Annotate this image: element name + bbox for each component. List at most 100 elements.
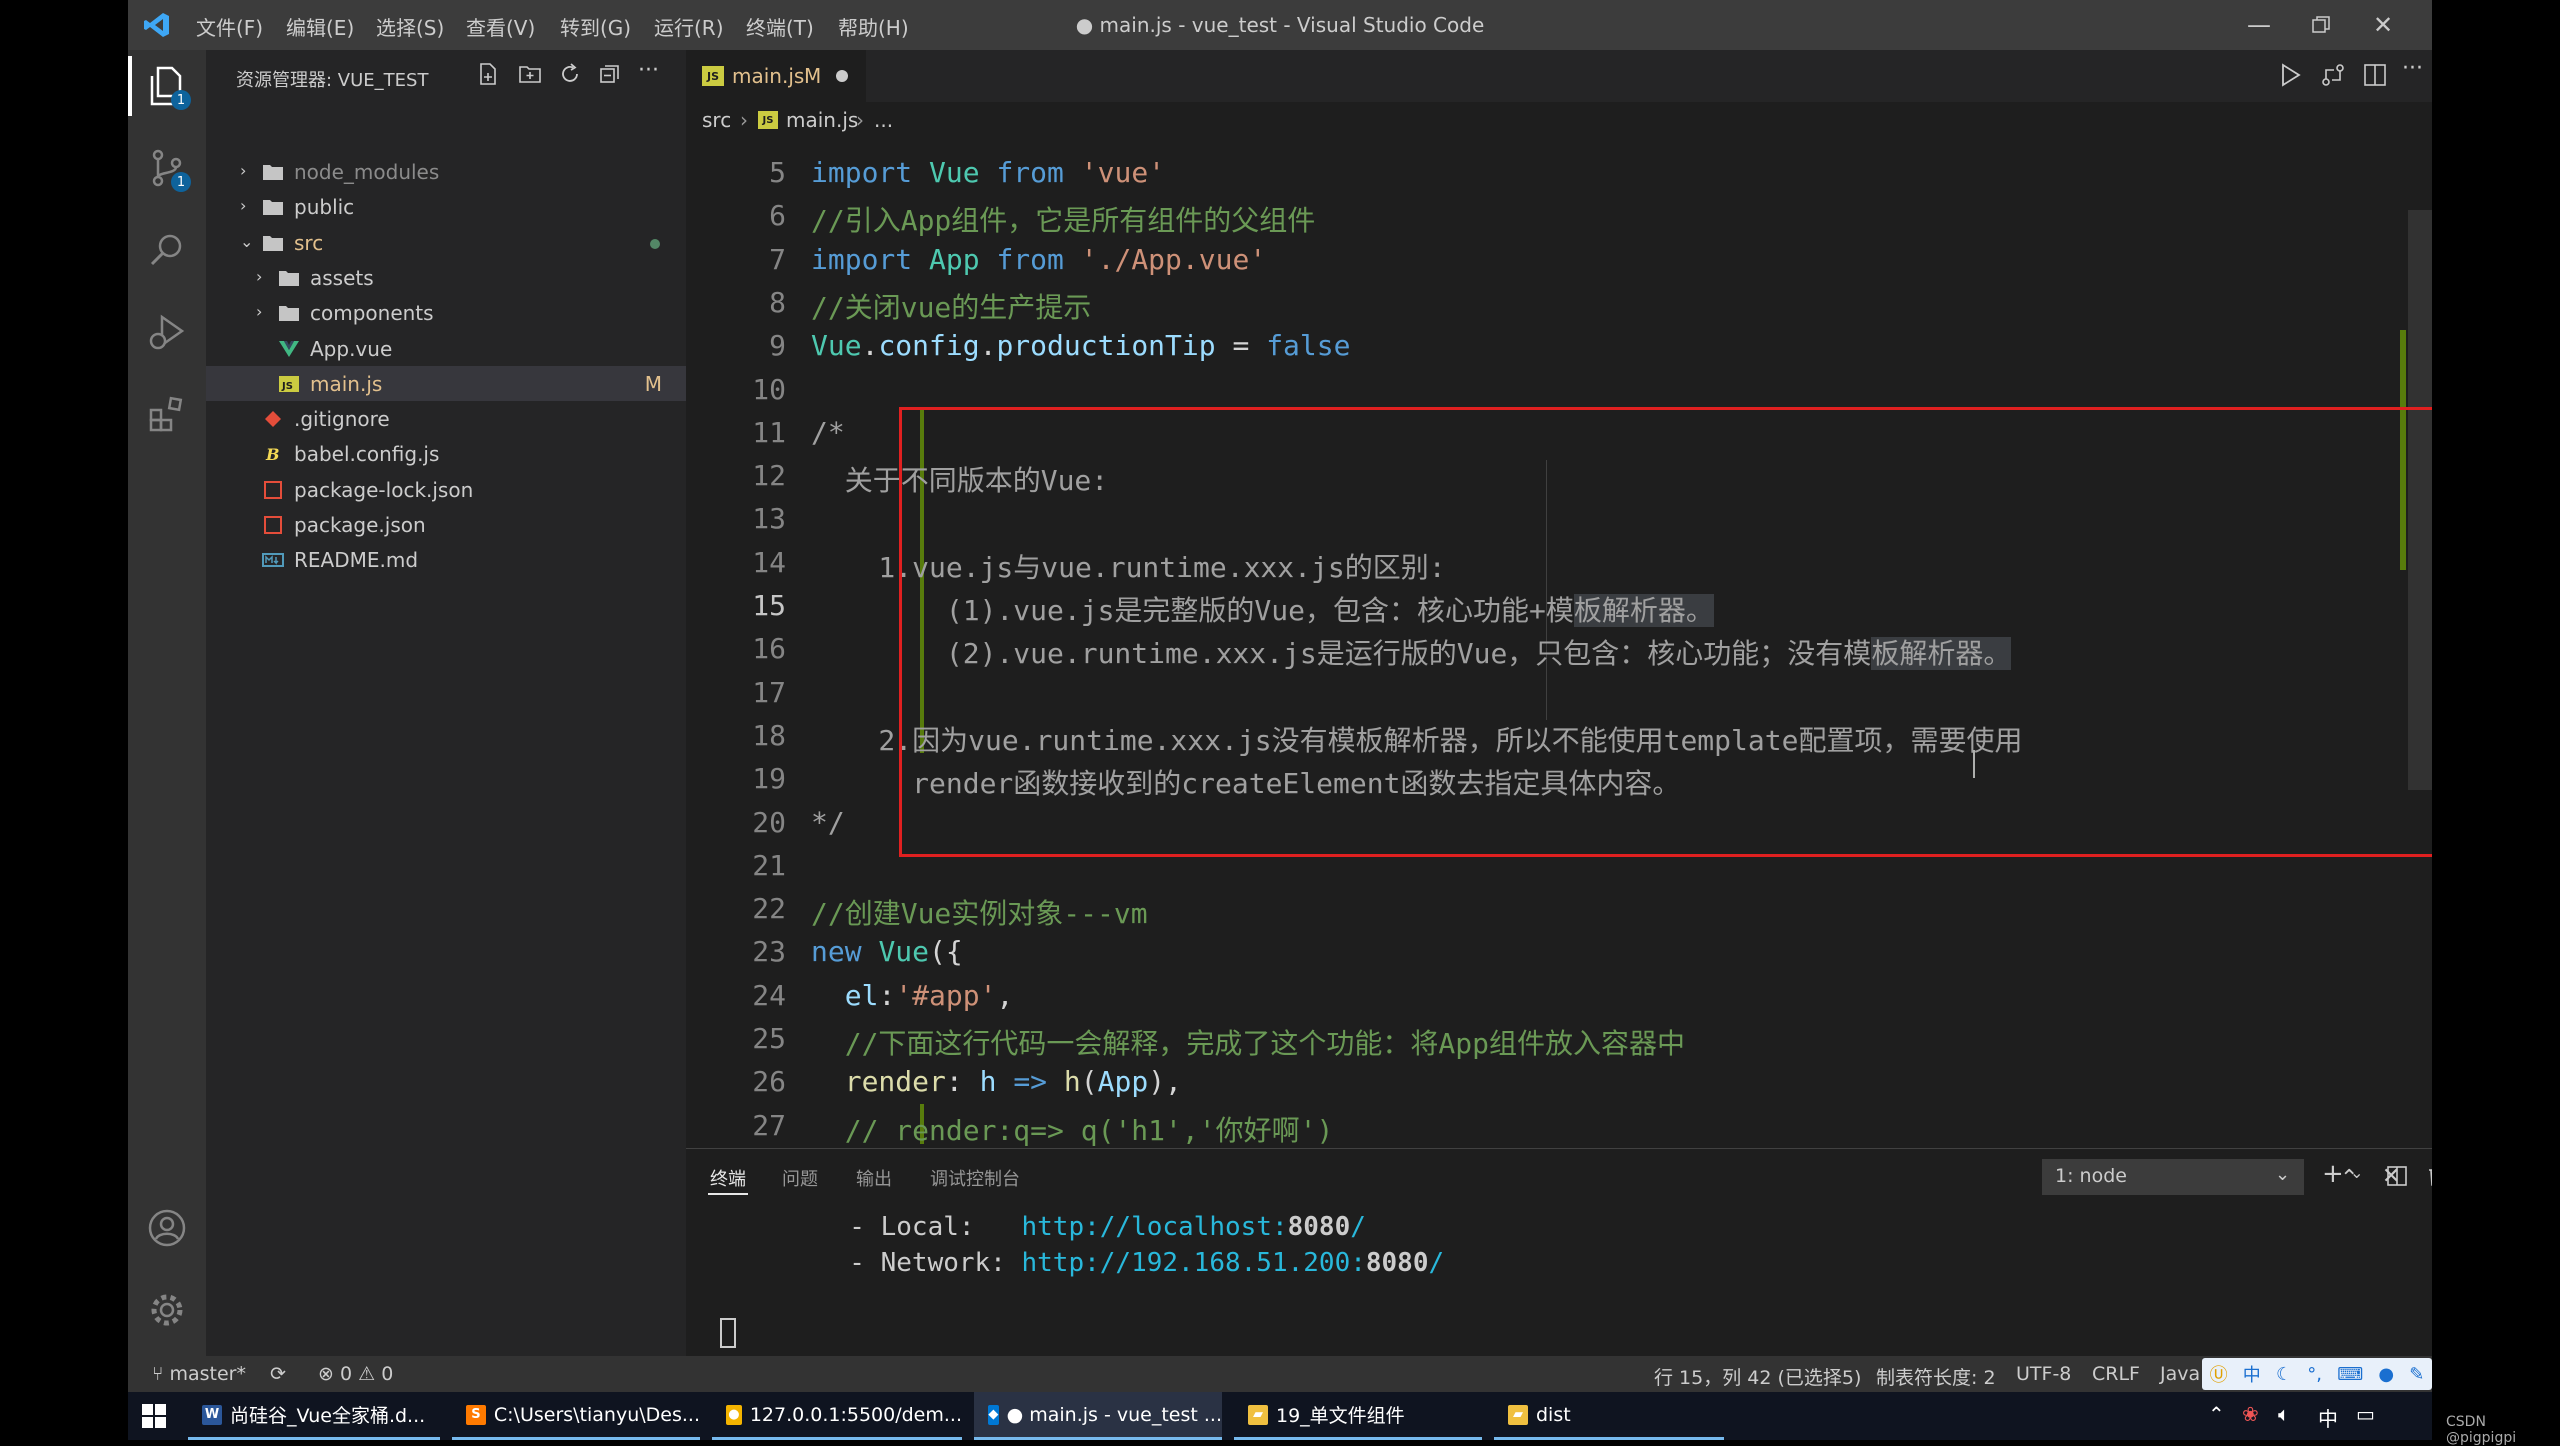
line-number: 11 [752,415,786,449]
notification-icon[interactable]: ▭ [2356,1402,2375,1426]
restore-button[interactable] [2306,10,2336,40]
problems-item[interactable]: ⊗ 0 ⚠ 0 [318,1363,393,1385]
extensions-icon[interactable] [145,392,189,436]
collapse-all-icon[interactable] [598,62,624,88]
branch-item[interactable]: ⑂ master* [152,1363,246,1385]
account-icon[interactable] [145,1206,189,1250]
tree-file[interactable]: Bbabel.config.js [206,436,686,471]
code-line[interactable]: render函数接收到的createElement函数去指定具体内容。 [811,762,1680,802]
url-tail: / [1428,1248,1445,1278]
tree-folder[interactable]: › node_modules [206,154,686,189]
tab-debug-console[interactable]: 调试控制台 [930,1165,1020,1191]
ime-toolbar[interactable]: Ⓤ 中 ☾ °, ⌨ ● ✎ [2202,1358,2432,1390]
code-line[interactable]: //下面这行代码一会解释，完成了这个功能：将App组件放入容器中 [811,1022,1685,1062]
punctuation-icon: °, [2307,1363,2323,1385]
code-line[interactable]: 关于不同版本的Vue: [811,459,1108,499]
code-line[interactable]: (2).vue.runtime.xxx.js是运行版的Vue，只包含：核心功能；… [811,632,2012,672]
minimize-button[interactable]: — [2244,10,2274,40]
tree-file[interactable]: package.json [206,507,686,542]
new-file-icon[interactable] [476,62,502,88]
code-line[interactable]: (1).vue.js是完整版的Vue，包含：核心功能+模板解析器。 [811,589,1714,629]
code-line[interactable]: new Vue({ [811,935,963,968]
sync-icon[interactable]: ⟳ [270,1363,286,1385]
search-icon[interactable] [145,228,189,272]
tree-file[interactable]: README.md [206,542,686,577]
code-line[interactable]: 1.vue.js与vue.runtime.xxx.js的区别: [811,546,1445,586]
tab-size[interactable]: 制表符长度: 2 [1876,1363,1996,1390]
refresh-icon[interactable] [558,62,584,88]
tree-folder[interactable]: › components [206,295,686,330]
terminal-url-link[interactable]: http://192.168.51.200:8080/ [1022,1248,1445,1278]
chevron-right-icon[interactable]: › [256,267,272,287]
editor-more-icon[interactable]: ··· [2402,56,2423,81]
tab-terminal[interactable]: 终端 [710,1165,746,1191]
open-changes-icon[interactable] [2320,62,2346,92]
explorer-icon[interactable]: 1 [145,64,191,110]
windows-start-icon[interactable] [142,1404,166,1432]
code-line[interactable]: //关闭vue的生产提示 [811,286,1091,326]
encoding[interactable]: UTF-8 [2016,1363,2071,1385]
settings-gear-icon[interactable] [145,1288,189,1332]
tray-up-icon[interactable]: ⌃ [2208,1402,2225,1426]
line-number: 21 [752,848,786,882]
line-ending[interactable]: CRLF [2092,1363,2140,1385]
language-mode[interactable]: Java [2160,1363,2200,1385]
chevron-right-icon[interactable]: › [240,161,256,181]
tray-app-icon[interactable]: ❀ [2242,1402,2259,1426]
breadcrumb-folder[interactable]: src [702,108,731,132]
taskbar-app[interactable]: ▰ 19_单文件组件 [1234,1392,1482,1440]
code-line[interactable]: 2.因为vue.runtime.xxx.js没有模板解析器，所以不能使用temp… [811,719,2022,759]
source-control-icon[interactable]: 1 [145,146,191,192]
chevron-right-icon: › [856,108,864,132]
trash-icon[interactable] [2426,1165,2432,1191]
taskbar-app[interactable]: ● 127.0.0.1:5500/dem... [712,1392,962,1440]
ime-indicator[interactable]: 中 [2318,1403,2338,1432]
run-icon[interactable] [2278,62,2302,92]
tab-main-js[interactable]: JS main.js M [686,50,866,102]
new-folder-icon[interactable] [518,62,544,88]
terminal-select[interactable]: 1: node ⌄ [2042,1159,2304,1195]
code-line[interactable]: Vue.config.productionTip = false [811,329,1350,362]
code-line[interactable]: render: h => h(App), [811,1065,1182,1098]
tab-output[interactable]: 输出 [856,1165,892,1191]
taskbar-app[interactable]: ▰ dist [1494,1392,1724,1440]
chevron-right-icon[interactable]: › [240,196,256,216]
code-line[interactable]: el:'#app', [811,979,1014,1012]
split-editor-icon[interactable] [2362,62,2388,92]
tree-folder[interactable]: › assets [206,260,686,295]
line-number: 19 [752,762,786,796]
run-debug-icon[interactable] [145,310,189,354]
tree-file[interactable]: JS main.js M [206,365,686,401]
tree-folder[interactable]: › public [206,189,686,224]
more-actions-icon[interactable]: ··· [638,58,664,84]
taskbar-app[interactable]: W 尚硅谷_Vue全家桶.d... [188,1392,440,1440]
chevron-right-icon[interactable]: › [256,302,272,322]
tree-file[interactable]: .gitignore [206,401,686,436]
code-line[interactable]: */ [811,806,845,839]
terminal-url-link[interactable]: http://localhost:8080/ [1022,1212,1366,1242]
code-line[interactable]: // render:q=> q('h1','你好啊') [811,1109,1334,1149]
code-line[interactable]: //创建Vue实例对象---vm [811,892,1148,932]
taskbar-app[interactable]: ◆ ● main.js - vue_test ... [974,1392,1222,1440]
code-line[interactable]: import App from './App.vue' [811,243,1266,276]
close-window-button[interactable]: ✕ [2368,10,2398,40]
close-panel-icon[interactable]: ✕ [2382,1164,2400,1189]
breadcrumb-file[interactable]: main.js [786,108,858,132]
tree-file[interactable]: App.vue [206,331,686,366]
taskbar-app[interactable]: S C:\Users\tianyu\Des... [452,1392,700,1440]
cursor-position[interactable]: 行 15，列 42 (已选择5) [1654,1363,1861,1390]
tab-problems[interactable]: 问题 [782,1165,818,1191]
tree-folder[interactable]: ⌄ src [206,225,686,260]
unsaved-dot-icon[interactable] [836,70,848,82]
tree-file[interactable]: package-lock.json [206,472,686,507]
code-line[interactable]: /* [811,416,845,449]
chevron-down-icon[interactable]: ⌄ [240,232,256,252]
breadcrumb-symbol[interactable]: ... [874,108,893,132]
code-line[interactable]: import Vue from 'vue' [811,156,1165,189]
url-tail: / [1350,1212,1366,1242]
code-editor[interactable]: 5 import Vue from 'vue' 6 //引入App组件，它是所有组件的… [686,140,2432,1148]
scrollbar-thumb[interactable] [2408,210,2432,790]
maximize-panel-icon[interactable]: ⌃ [2340,1166,2358,1191]
volume-icon[interactable]: 🔈︎ [2278,1402,2290,1426]
code-line[interactable]: //引入App组件，它是所有组件的父组件 [811,199,1315,239]
